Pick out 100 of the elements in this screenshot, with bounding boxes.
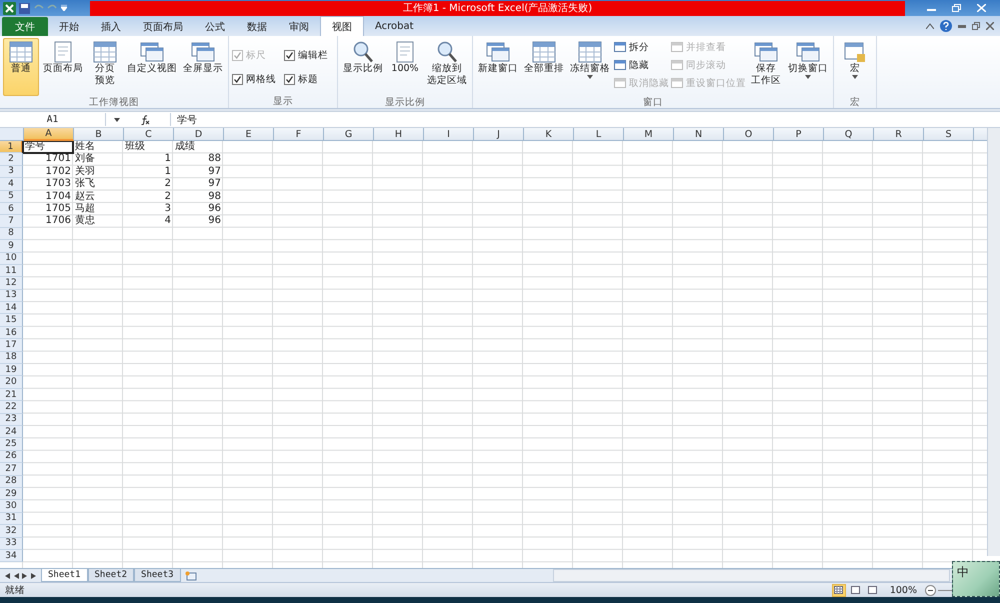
- row-header[interactable]: 31: [0, 512, 23, 526]
- ribbon-button[interactable]: 普通: [3, 38, 39, 96]
- column-header[interactable]: E: [224, 128, 274, 141]
- ribbon-button[interactable]: 100%: [387, 38, 423, 96]
- collapse-ribbon-icon[interactable]: [926, 23, 934, 29]
- help-icon[interactable]: [940, 20, 952, 32]
- ribbon-tab[interactable]: 审阅: [278, 17, 320, 36]
- row-header[interactable]: 26: [0, 450, 23, 464]
- row-header[interactable]: 17: [0, 339, 23, 352]
- row-header[interactable]: 13: [0, 290, 23, 302]
- ribbon-button[interactable]: 宏: [837, 38, 873, 96]
- restore-icon[interactable]: [972, 22, 980, 30]
- column-header[interactable]: K: [524, 128, 574, 141]
- column-header[interactable]: P: [774, 128, 824, 141]
- row-header[interactable]: 19: [0, 364, 23, 376]
- row-header[interactable]: 10: [0, 252, 23, 265]
- ribbon-button[interactable]: 拆分: [614, 39, 669, 55]
- row-header[interactable]: 30: [0, 500, 23, 513]
- ribbon-button[interactable]: 页面布局: [41, 38, 85, 96]
- column-header[interactable]: C: [124, 128, 174, 141]
- row-header[interactable]: 14: [0, 302, 23, 314]
- view-button[interactable]: [866, 584, 880, 596]
- save-icon[interactable]: [19, 2, 30, 14]
- zoom-out-icon[interactable]: [925, 584, 936, 596]
- row-header[interactable]: 15: [0, 314, 23, 327]
- row-header[interactable]: 12: [0, 277, 23, 290]
- row-header[interactable]: 18: [0, 352, 23, 364]
- close-icon[interactable]: [986, 22, 994, 30]
- column-header[interactable]: O: [724, 128, 774, 141]
- ribbon-button[interactable]: 切换窗口: [786, 38, 830, 96]
- column-header[interactable]: D: [174, 128, 224, 141]
- restore-icon[interactable]: [952, 4, 961, 12]
- row-header[interactable]: 32: [0, 525, 23, 538]
- row-header[interactable]: 34: [0, 550, 23, 562]
- row-header[interactable]: 23: [0, 414, 23, 426]
- minimize-icon[interactable]: [958, 23, 966, 29]
- ribbon-button[interactable]: 显示比例: [341, 38, 385, 96]
- formula-field[interactable]: 学号: [170, 113, 1000, 126]
- row-header[interactable]: 21: [0, 388, 23, 402]
- sheet-tab[interactable]: Sheet1: [41, 569, 88, 582]
- column-header[interactable]: Q: [824, 128, 874, 141]
- column-header[interactable]: N: [674, 128, 724, 141]
- sheet-tab[interactable]: Sheet3: [134, 569, 181, 582]
- row-header[interactable]: 2: [0, 153, 23, 166]
- row-header[interactable]: 1: [0, 141, 23, 154]
- ribbon-button[interactable]: 隐藏: [614, 57, 669, 73]
- zoom-level[interactable]: 100%: [890, 584, 917, 596]
- ribbon-tab[interactable]: 公式: [194, 17, 236, 36]
- ribbon-button[interactable]: 冻结窗格: [568, 38, 612, 96]
- column-header[interactable]: M: [624, 128, 674, 141]
- row-header[interactable]: 11: [0, 264, 23, 278]
- ribbon-button[interactable]: 全部重排: [522, 38, 566, 96]
- ribbon-button[interactable]: 缩放到 选定区域: [425, 38, 469, 96]
- file-tab[interactable]: 文件: [2, 17, 48, 36]
- name-box[interactable]: A1: [0, 113, 106, 126]
- view-button[interactable]: [832, 584, 846, 596]
- ribbon-tab[interactable]: 开始: [48, 17, 90, 36]
- input-method-toolbar[interactable]: 中: [952, 561, 1000, 597]
- row-header[interactable]: 6: [0, 202, 23, 216]
- column-header[interactable]: B: [74, 128, 124, 141]
- row-header[interactable]: 25: [0, 438, 23, 451]
- row-header[interactable]: 3: [0, 166, 23, 178]
- ribbon-button[interactable]: 全屏显示: [181, 38, 225, 96]
- row-header[interactable]: 27: [0, 463, 23, 476]
- checkbox[interactable]: [284, 50, 295, 60]
- row-header[interactable]: 4: [0, 178, 23, 191]
- sheet-tab[interactable]: Sheet2: [88, 569, 134, 582]
- column-header[interactable]: L: [574, 128, 624, 141]
- column-header[interactable]: F: [274, 128, 324, 141]
- ribbon-tab[interactable]: Acrobat: [364, 17, 425, 36]
- row-header[interactable]: 9: [0, 240, 23, 253]
- ribbon-tab[interactable]: 视图: [320, 16, 364, 36]
- new-sheet-icon[interactable]: [184, 570, 197, 580]
- column-header[interactable]: S: [924, 128, 974, 141]
- checkbox[interactable]: [284, 74, 295, 84]
- row-header[interactable]: 22: [0, 401, 23, 414]
- row-header[interactable]: 29: [0, 488, 23, 500]
- column-header[interactable]: I: [424, 128, 474, 141]
- ribbon-tab[interactable]: 数据: [236, 17, 278, 36]
- caret-icon[interactable]: [114, 118, 120, 122]
- row-header[interactable]: 7: [0, 215, 23, 228]
- row-header[interactable]: 24: [0, 426, 23, 438]
- column-header[interactable]: G: [324, 128, 374, 141]
- row-header[interactable]: 33: [0, 538, 23, 550]
- ribbon-button[interactable]: 自定义视图: [125, 38, 179, 96]
- column-header[interactable]: R: [874, 128, 924, 141]
- customize-caret-icon[interactable]: [61, 5, 67, 11]
- column-header[interactable]: H: [374, 128, 424, 141]
- function-icon[interactable]: [140, 114, 150, 124]
- ribbon-tab[interactable]: 页面布局: [132, 17, 194, 36]
- ribbon-tab[interactable]: 插入: [90, 17, 132, 36]
- ribbon-button[interactable]: 分页 预览: [87, 38, 123, 96]
- vertical-scrollbar[interactable]: [987, 128, 1000, 556]
- ribbon-button[interactable]: 保存 工作区: [748, 38, 784, 96]
- horizontal-scrollbar[interactable]: [553, 569, 950, 582]
- row-header[interactable]: 16: [0, 326, 23, 340]
- column-header[interactable]: A: [24, 128, 74, 141]
- row-header[interactable]: 20: [0, 376, 23, 389]
- ribbon-button[interactable]: 新建窗口: [476, 38, 520, 96]
- row-header[interactable]: 28: [0, 476, 23, 488]
